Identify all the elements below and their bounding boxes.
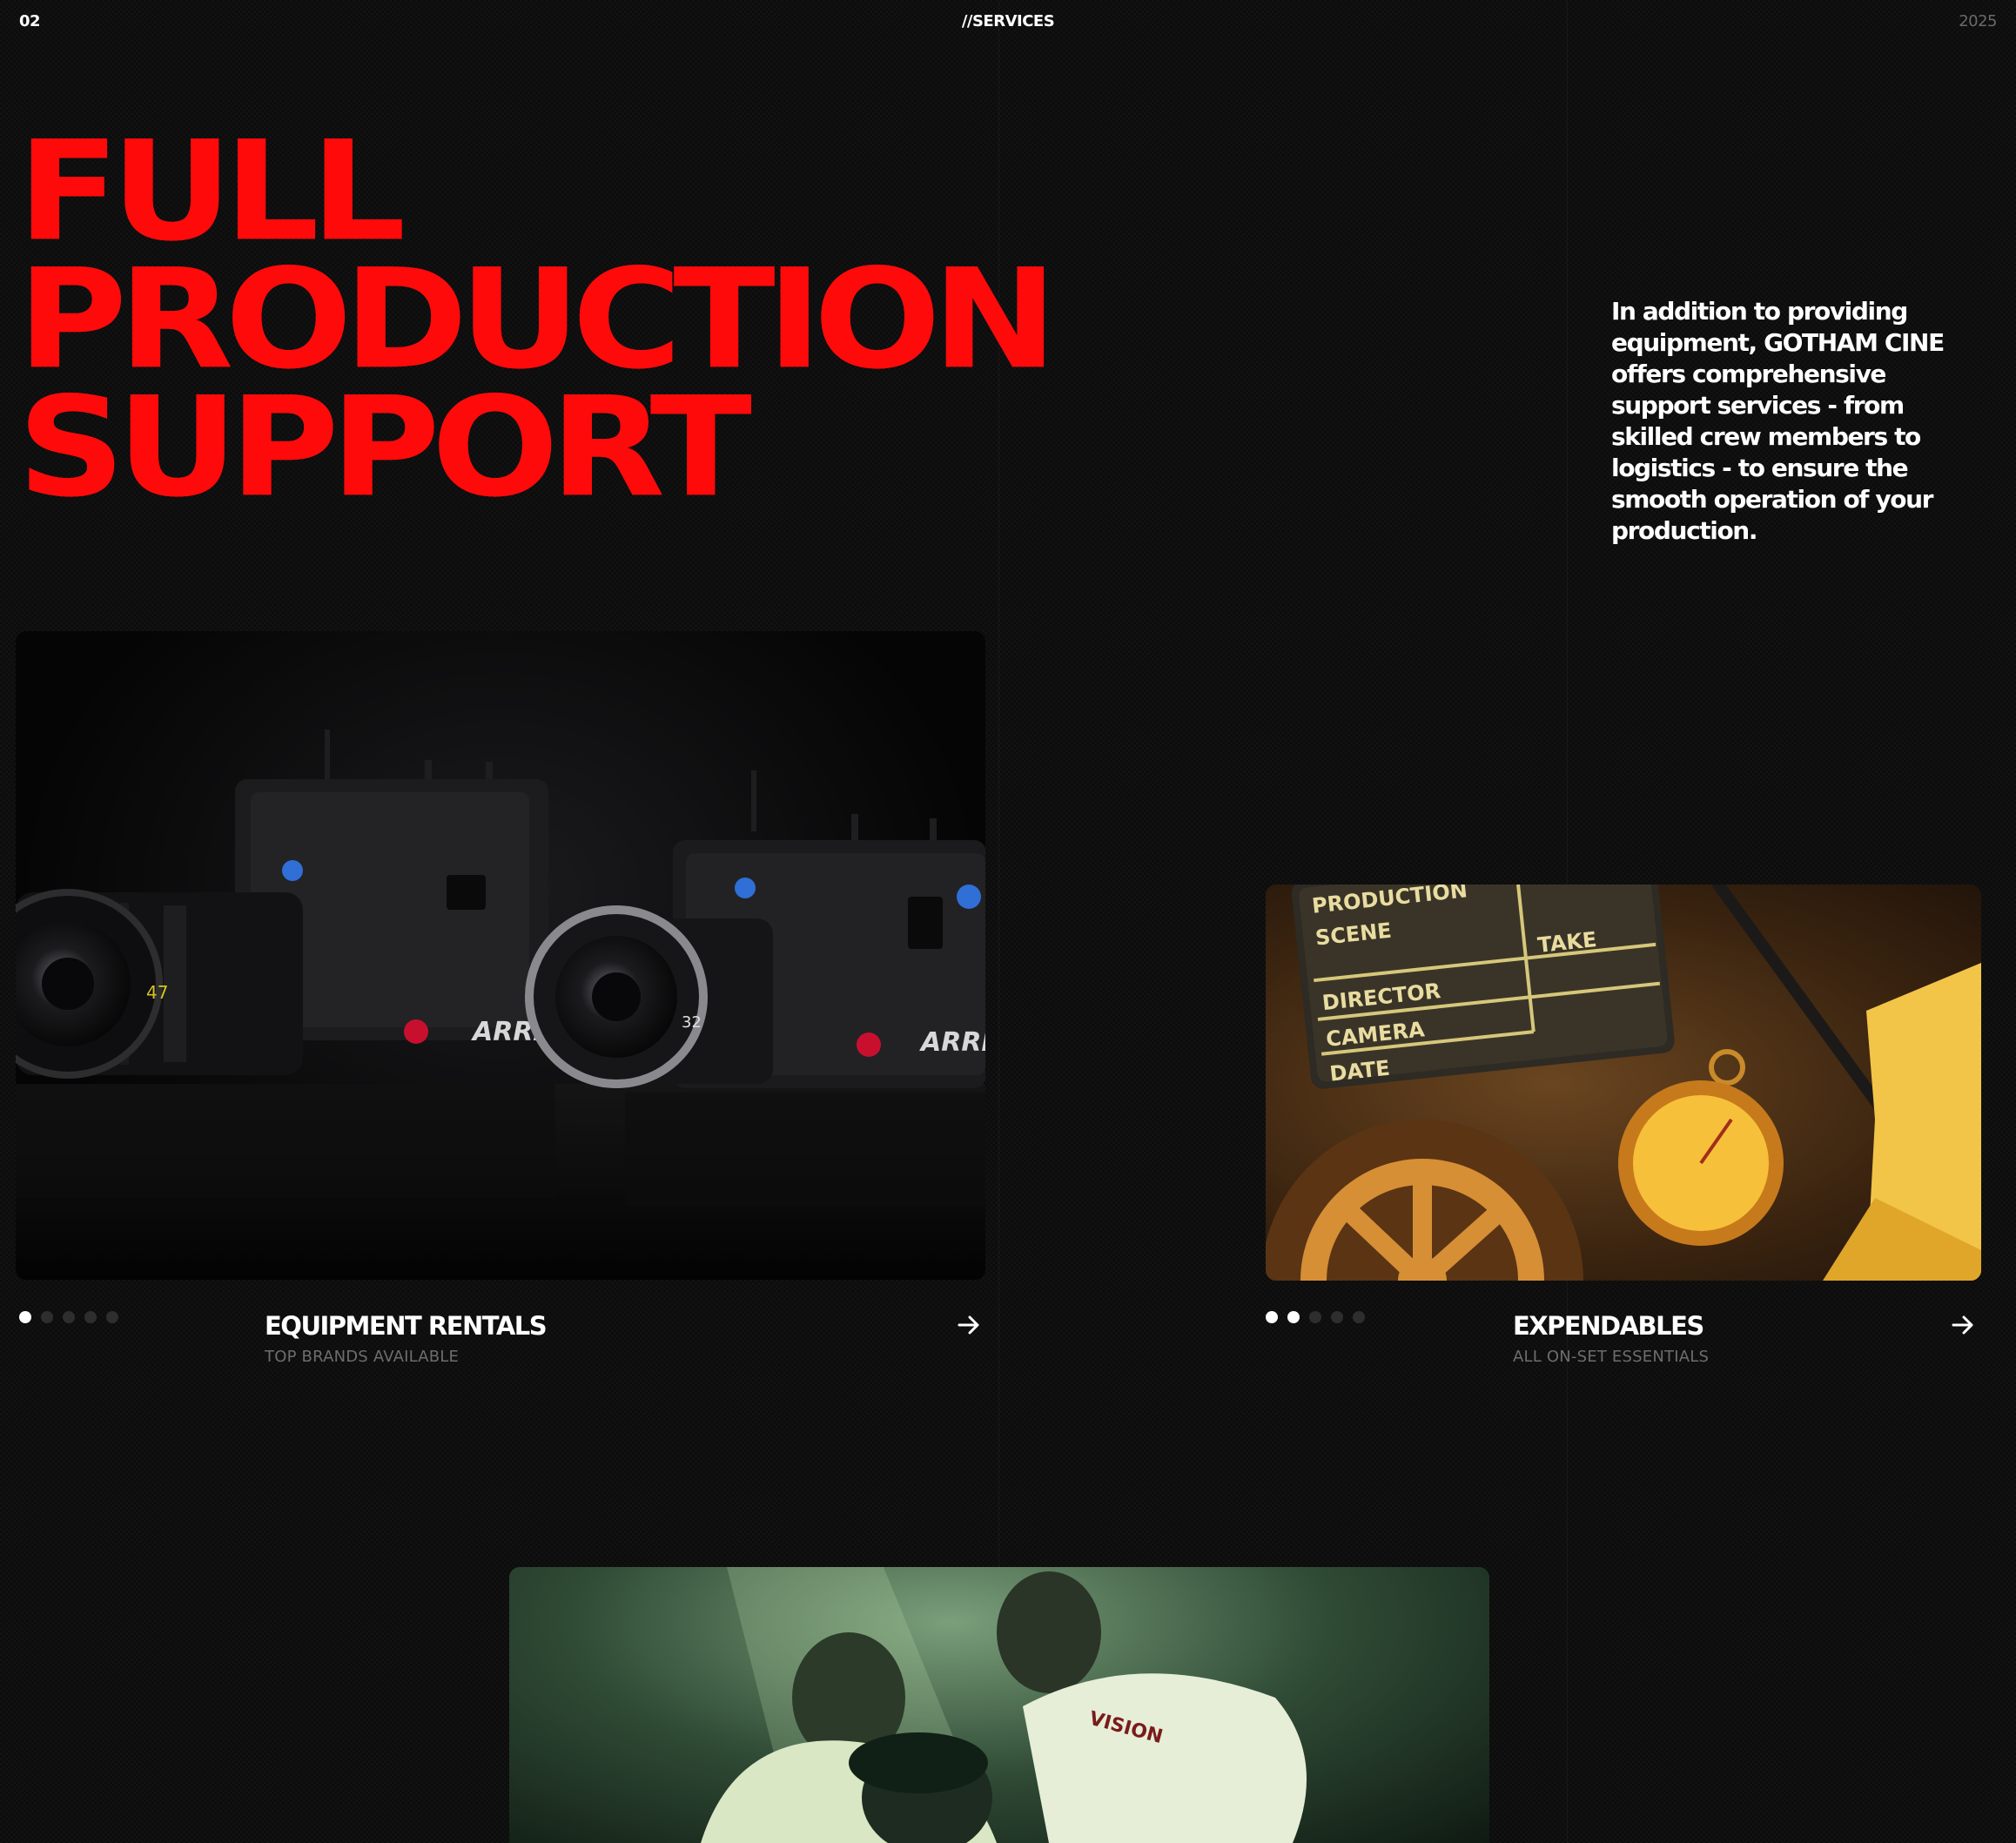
page-headline: FULL PRODUCTION SUPPORT	[17, 111, 1058, 528]
crew-illustration: VISION	[701, 1567, 1307, 1843]
camera-body-right: ARRI 32	[525, 770, 985, 1088]
slider-dot[interactable]	[1266, 1311, 1278, 1323]
slider-dot[interactable]	[1331, 1311, 1343, 1323]
intro-paragraph: In addition to providing equipment, GOTH…	[1611, 297, 1945, 545]
film-reel-illustration	[1266, 1120, 1583, 1281]
equipment-rentals-title[interactable]: EQUIPMENT RENTALS	[265, 1311, 548, 1341]
slider-dot[interactable]	[84, 1311, 97, 1323]
section-label: //SERVICES	[961, 12, 1055, 30]
crew-member-right: VISION	[997, 1571, 1307, 1843]
slider-dot[interactable]	[1287, 1311, 1300, 1323]
expendables-illustration: PRODUCTION SCENE TAKE DIRECTOR CAMERA DA…	[1266, 885, 1981, 1281]
stopwatch-illustration	[1618, 1049, 1784, 1246]
expendables-image[interactable]: PRODUCTION SCENE TAKE DIRECTOR CAMERA DA…	[1266, 885, 1981, 1281]
crew-image[interactable]: VISION	[509, 1567, 1489, 1843]
clapperboard-illustration: PRODUCTION SCENE TAKE DIRECTOR CAMERA DA…	[1291, 885, 1675, 1089]
slider-dot[interactable]	[1309, 1311, 1321, 1323]
equipment-slider-dots	[19, 1311, 118, 1323]
expendables-subtitle: ALL ON-SET ESSENTIALS	[1513, 1348, 1710, 1366]
svg-text:47: 47	[146, 982, 168, 1003]
slider-dot[interactable]	[63, 1311, 75, 1323]
slider-dot[interactable]	[1353, 1311, 1365, 1323]
headline-line-3: SUPPORT	[17, 367, 752, 528]
slider-dot[interactable]	[19, 1311, 31, 1323]
equipment-rentals-image[interactable]: ARRI 47 ARRI 32	[16, 631, 985, 1280]
arrow-right-icon[interactable]	[1951, 1313, 1975, 1337]
year-label: 2025	[1959, 12, 1997, 30]
pencil-illustration	[1712, 885, 1898, 1130]
equipment-rentals-subtitle: TOP BRANDS AVAILABLE	[265, 1348, 460, 1366]
headline-line-2: PRODUCTION	[17, 239, 1058, 400]
svg-text:32: 32	[682, 1013, 702, 1032]
slider-dot[interactable]	[41, 1311, 53, 1323]
slider-dot[interactable]	[106, 1311, 118, 1323]
expendables-title[interactable]: EXPENDABLES	[1513, 1311, 1704, 1341]
arrow-right-icon[interactable]	[957, 1313, 981, 1337]
top-bar: 02 //SERVICES 2025	[19, 12, 1997, 30]
headline-line-1: FULL	[17, 111, 406, 272]
page-number: 02	[19, 12, 41, 30]
camera-body-left: ARRI 47	[16, 730, 548, 1079]
cameras-illustration: ARRI 47 ARRI 32	[16, 730, 985, 1280]
svg-text:ARRI: ARRI	[919, 1027, 985, 1058]
expendables-slider-dots	[1266, 1311, 1365, 1323]
